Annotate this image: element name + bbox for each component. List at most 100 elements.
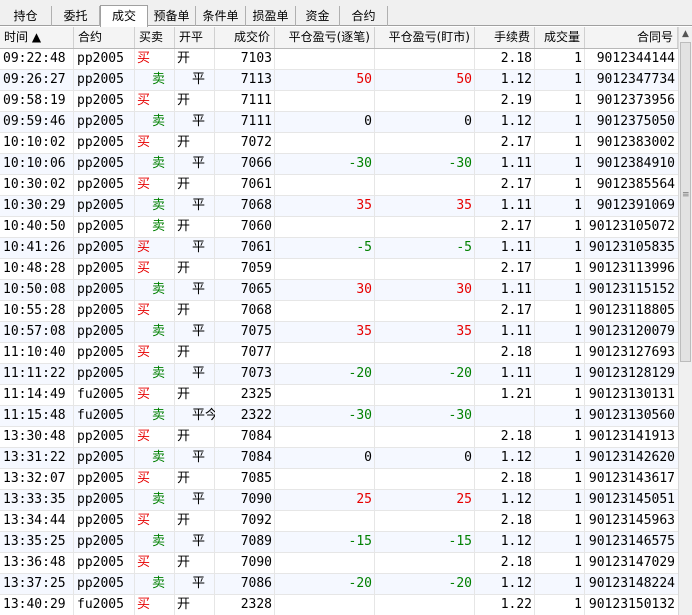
table-row[interactable]: 09:26:27 pp2005 卖 平 7113 50 50 1.12 1 9012347734 xyxy=(0,70,678,91)
cell-contract: pp2005 xyxy=(77,219,124,234)
table-row[interactable]: 11:15:48 fu2005 卖 平今 2322 -30 -30 1 90123130560 xyxy=(0,406,678,427)
cell-time: 09:22:48 xyxy=(3,51,66,66)
cell-qty: 1 xyxy=(574,72,582,87)
table-row[interactable]: 10:41:26 pp2005 买 平 7061 -5 -5 1.11 1 90123105835 xyxy=(0,238,678,259)
table-row[interactable]: 10:50:08 pp2005 卖 平 7065 30 30 1.11 1 90123115152 xyxy=(0,280,678,301)
cell-order_no: 90123141913 xyxy=(588,429,675,444)
cell-time: 10:57:08 xyxy=(3,324,66,339)
cell-contract: pp2005 xyxy=(77,240,124,255)
table-row[interactable]: 11:14:49 fu2005 买 开 2325 1.21 1 90123130131 xyxy=(0,385,678,406)
table-row[interactable]: 09:58:19 pp2005 买 开 7111 2.19 1 9012373956 xyxy=(0,91,678,112)
cell-pnl_mark xyxy=(375,91,475,111)
table-row[interactable]: 10:48:28 pp2005 买 开 7059 2.17 1 90123113996 xyxy=(0,259,678,280)
cell-pnl_mark xyxy=(375,469,475,489)
tab-2[interactable]: 委托 xyxy=(52,6,100,26)
cell-qty: 1 xyxy=(574,282,582,297)
column-header-pnl_trade[interactable]: 平仓盈亏(逐笔) xyxy=(275,27,375,48)
cell-contract: fu2005 xyxy=(77,408,124,423)
cell-qty: 1 xyxy=(574,177,582,192)
cell-price: 7092 xyxy=(240,513,272,528)
tab-7[interactable]: 资金 xyxy=(296,6,340,26)
tab-4[interactable]: 预备单 xyxy=(148,6,196,26)
cell-order_no: 90123143617 xyxy=(588,471,675,486)
table-row[interactable]: 10:55:28 pp2005 买 开 7068 2.17 1 90123118805 xyxy=(0,301,678,322)
cell-qty: 1 xyxy=(574,597,582,612)
cell-fee: 2.18 xyxy=(500,513,532,528)
cell-qty: 1 xyxy=(574,219,582,234)
cell-side: 买 xyxy=(137,135,151,150)
tab-1[interactable]: 持仓 xyxy=(0,6,52,26)
table-row[interactable]: 09:59:46 pp2005 卖 平 7111 0 0 1.12 1 9012375050 xyxy=(0,112,678,133)
cell-pnl_trade xyxy=(275,469,375,489)
column-header-qty[interactable]: 成交量 xyxy=(535,27,585,48)
table-header: 时间 ▲ 合约 买卖 开平 成交价 平仓盈亏(逐笔) 平仓盈亏(盯市) 手续费 成交量 合同号 xyxy=(0,27,678,49)
cell-time: 10:41:26 xyxy=(3,240,66,255)
cell-offset: 开 xyxy=(177,513,191,528)
table-row[interactable]: 13:40:29 fu2005 买 开 2328 1.22 1 90123150132 xyxy=(0,595,678,615)
cell-time: 09:58:19 xyxy=(3,93,66,108)
cell-pnl_mark: 30 xyxy=(456,282,472,297)
cell-pnl_trade xyxy=(275,385,375,405)
tab-8[interactable]: 合约 xyxy=(340,6,388,26)
cell-contract: pp2005 xyxy=(77,177,124,192)
cell-pnl_trade xyxy=(275,553,375,573)
cell-side: 买 xyxy=(137,387,151,402)
table-row[interactable]: 10:57:08 pp2005 卖 平 7075 35 35 1.11 1 90123120079 xyxy=(0,322,678,343)
vertical-scrollbar[interactable]: ▲ ≡ xyxy=(678,27,692,615)
table-row[interactable]: 13:36:48 pp2005 买 开 7090 2.18 1 90123147029 xyxy=(0,553,678,574)
cell-time: 11:14:49 xyxy=(3,387,66,402)
cell-qty: 1 xyxy=(574,240,582,255)
scrollbar-thumb[interactable]: ≡ xyxy=(680,42,691,362)
cell-price: 7111 xyxy=(240,114,272,129)
tab-3[interactable]: 成交 xyxy=(100,5,148,27)
table-row[interactable]: 11:11:22 pp2005 卖 平 7073 -20 -20 1.11 1 901231281… xyxy=(0,364,678,385)
cell-fee xyxy=(475,406,535,426)
column-header-time[interactable]: 时间 ▲ xyxy=(0,27,74,48)
column-header-pnl_mark[interactable]: 平仓盈亏(盯市) xyxy=(375,27,475,48)
column-header-price[interactable]: 成交价 xyxy=(215,27,275,48)
cell-time: 10:10:02 xyxy=(3,135,66,150)
column-header-offset[interactable]: 开平 xyxy=(175,27,215,48)
cell-order_no: 90123130560 xyxy=(588,408,675,423)
cell-price: 7068 xyxy=(240,303,272,318)
table-row[interactable]: 13:31:22 pp2005 卖 平 7084 0 0 1.12 1 90123142620 xyxy=(0,448,678,469)
table-row[interactable]: 10:40:50 pp2005 卖开 7060 2.17 1 90123105072 xyxy=(0,217,678,238)
table-row[interactable]: 13:30:48 pp2005 买 开 7084 2.18 1 90123141913 xyxy=(0,427,678,448)
cell-offset: 开 xyxy=(177,93,191,108)
table-row[interactable]: 11:10:40 pp2005 买 开 7077 2.18 1 90123127693 xyxy=(0,343,678,364)
table-row[interactable]: 10:30:02 pp2005 买 开 7061 2.17 1 9012385564 xyxy=(0,175,678,196)
table-row[interactable]: 10:10:02 pp2005 买 开 7072 2.17 1 9012383002 xyxy=(0,133,678,154)
table-row[interactable]: 13:35:25 pp2005 卖 平 7089 -15 -15 1.12 1 901231465… xyxy=(0,532,678,553)
cell-side: 卖 xyxy=(152,366,166,381)
tab-6[interactable]: 损盈单 xyxy=(246,6,296,26)
cell-offset: 开 xyxy=(177,303,191,318)
cell-order_no: 90123113996 xyxy=(588,261,675,276)
cell-side: 卖 xyxy=(152,198,166,213)
cell-order_no: 9012347734 xyxy=(596,72,675,87)
cell-pnl_mark xyxy=(375,175,475,195)
table-row[interactable]: 13:37:25 pp2005 卖 平 7086 -20 -20 1.12 1 901231482… xyxy=(0,574,678,595)
cell-pnl_trade: -30 xyxy=(348,408,372,423)
cell-side: 买 xyxy=(137,303,151,318)
cell-contract: pp2005 xyxy=(77,135,124,150)
cell-contract: pp2005 xyxy=(77,513,124,528)
table-row[interactable]: 13:33:35 pp2005 卖 平 7090 25 25 1.12 1 90123145051 xyxy=(0,490,678,511)
tab-5[interactable]: 条件单 xyxy=(196,6,246,26)
table-row[interactable]: 10:30:29 pp2005 卖 平 7068 35 35 1.11 1 9012391069 xyxy=(0,196,678,217)
table-row[interactable]: 13:32:07 pp2005 买 开 7085 2.18 1 90123143617 xyxy=(0,469,678,490)
cell-side: 卖 xyxy=(152,576,166,591)
cell-fee: 2.18 xyxy=(500,471,532,486)
table-row[interactable]: 10:10:06 pp2005 卖 平 7066 -30 -30 1.11 1 901238491… xyxy=(0,154,678,175)
cell-order_no: 9012373956 xyxy=(596,93,675,108)
table-row[interactable]: 13:34:44 pp2005 买 开 7092 2.18 1 90123145963 xyxy=(0,511,678,532)
cell-contract: pp2005 xyxy=(77,492,124,507)
column-header-fee[interactable]: 手续费 xyxy=(475,27,535,48)
table-row[interactable]: 09:22:48 pp2005 买 开 7103 2.18 1 9012344144 xyxy=(0,49,678,70)
cell-side: 买 xyxy=(137,429,151,444)
scroll-up-arrow-icon[interactable]: ▲ xyxy=(679,27,692,42)
cell-order_no: 90123147029 xyxy=(588,555,675,570)
column-header-contract[interactable]: 合约 xyxy=(74,27,135,48)
column-header-side[interactable]: 买卖 xyxy=(135,27,175,48)
column-header-order_no[interactable]: 合同号 xyxy=(585,27,678,48)
cell-time: 13:40:29 xyxy=(3,597,66,612)
